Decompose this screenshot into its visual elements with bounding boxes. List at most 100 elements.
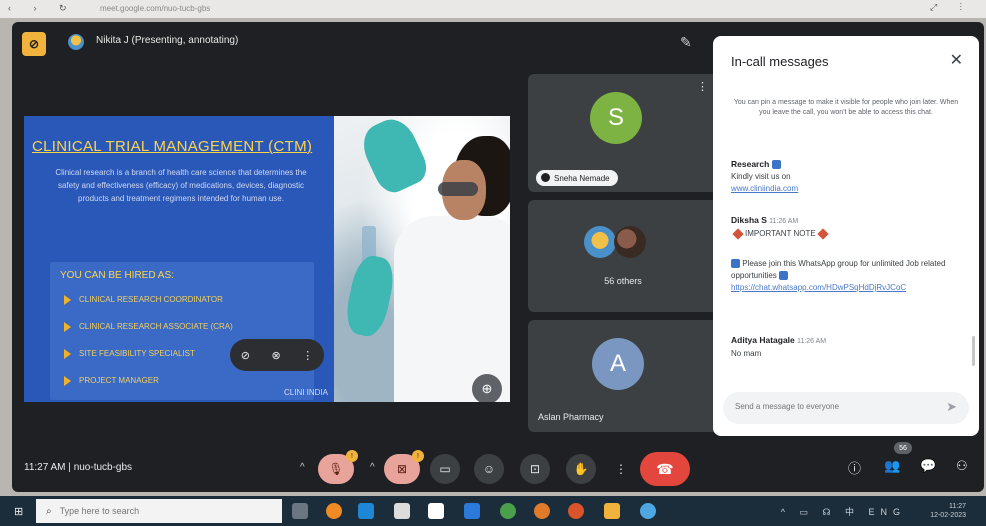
send-icon[interactable]: ➤ [946, 399, 957, 415]
bullet-arrow-icon [64, 321, 71, 332]
pin-icon [541, 173, 550, 182]
meet-window: ⊘ Nikita J (Presenting, annotating) ✎ CL… [12, 22, 984, 492]
mic-alert-badge: ! [346, 450, 358, 462]
slide-title: CLINICAL TRIAL MANAGEMENT (CTM) [32, 138, 313, 155]
taskbar-app-icon[interactable] [604, 503, 620, 519]
participant-tile[interactable]: ⋮ S Sneha Nemade [528, 74, 718, 192]
hand-icon: ✋ [573, 462, 589, 476]
current-time: 11:27 AM [24, 462, 66, 473]
close-icon[interactable]: ✕ [950, 50, 963, 70]
camera-button[interactable]: ⊠ ! [384, 450, 424, 484]
chat-input[interactable] [735, 402, 925, 411]
message-text: IMPORTANT NOTE [745, 229, 816, 238]
message-sender: Research [731, 159, 770, 169]
pinned-name-chip: Sneha Nemade [536, 170, 618, 186]
browser-address-bar[interactable]: meet.google.com/nuo-tucb-gbs [100, 4, 210, 13]
taskbar-app-icon[interactable] [568, 503, 584, 519]
raise-hand-button[interactable]: ✋ [566, 454, 596, 484]
tile-menu-icon[interactable]: ⋮ [697, 80, 708, 93]
call-controls-bar: 11:27 AM | nuo-tucb-gbs ^ 🎙 ! ^ ⊠ ! ▭ ☺ … [12, 442, 984, 492]
message-time: 11:26 AM [797, 338, 827, 345]
browser-toolbar: ‹ › ↻ meet.google.com/nuo-tucb-gbs ⤢ ⋮ [0, 0, 986, 18]
participant-count-badge: 56 [894, 442, 912, 454]
zoom-icon[interactable]: ⊕ [472, 374, 502, 402]
message-text: Please join this WhatsApp group for unli… [731, 259, 946, 280]
activities-icon[interactable]: ⚇ [956, 458, 968, 474]
chat-message: Please join this WhatsApp group for unli… [731, 258, 961, 294]
tag-icon [731, 259, 740, 269]
browser-nav-buttons[interactable]: ‹ › ↻ [8, 3, 77, 14]
presenting-badge-icon[interactable]: ⊘ [22, 32, 46, 56]
taskbar-app-icon[interactable] [358, 503, 374, 519]
meeting-details-icon[interactable]: ⓘ [848, 458, 861, 477]
taskbar-app-icon[interactable] [640, 503, 656, 519]
search-icon: ⌕ [46, 505, 52, 517]
message-link[interactable]: https://chat.whatsapp.com/HDwPSqHdDjRvJC… [731, 283, 906, 292]
microphone-button[interactable]: 🎙 ! [318, 450, 358, 484]
role-item: Project Manager [64, 367, 233, 394]
reactions-button[interactable]: ☺ [474, 454, 504, 484]
windows-taskbar: ⊞ ⌕ ^ ▭ ☊ 中 ENG 11:27 12-02-2023 [0, 496, 986, 526]
participant-tile[interactable]: A Aslan Pharmacy [528, 320, 718, 432]
mute-presenter-icon[interactable]: ⊘ [241, 349, 250, 362]
message-time: 11:26 AM [769, 218, 799, 225]
taskbar-app-icon[interactable] [534, 503, 550, 519]
taskbar-app-icon[interactable] [292, 503, 308, 519]
taskbar-app-icon[interactable] [394, 503, 410, 519]
camera-alert-badge: ! [412, 450, 424, 462]
avatar: S [590, 92, 642, 144]
hide-tile-icon[interactable]: ⊗ [271, 349, 280, 362]
taskbar-app-icon[interactable] [464, 503, 480, 519]
panel-title: In-call messages [731, 54, 829, 69]
taskbar-app-icon[interactable] [500, 503, 516, 519]
bullet-arrow-icon [64, 348, 71, 359]
panel-scrollbar[interactable] [972, 336, 975, 366]
system-tray-icons[interactable]: ^ ▭ ☊ 中 ENG [781, 505, 906, 518]
system-clock[interactable]: 11:27 12-02-2023 [930, 502, 966, 520]
chat-message: Diksha S 11:26 AM IMPORTANT NOTE [731, 214, 961, 240]
browser-window-controls[interactable]: ⤢ ⋮ [930, 2, 972, 13]
pin-message-note: You can pin a message to make it visible… [733, 99, 959, 116]
presenter-bar: ⊘ Nikita J (Presenting, annotating) ✎ [12, 22, 712, 62]
meeting-info: 11:27 AM | nuo-tucb-gbs [24, 462, 133, 473]
in-call-messages-panel: In-call messages ✕ You can pin a message… [713, 36, 979, 436]
hired-as-box: YOU CAN BE HIRED AS: Clinical Research C… [50, 262, 314, 400]
camera-options-caret-icon[interactable]: ^ [370, 462, 375, 473]
chat-icon[interactable]: 💬 [920, 458, 936, 474]
bullet-arrow-icon [64, 375, 71, 386]
chat-message: Aditya Hatagale 11:26 AM No mam [731, 334, 961, 360]
role-item: Clinical Research Coordinator [64, 286, 233, 313]
captions-button[interactable]: ▭ [430, 454, 460, 484]
present-button[interactable]: ⊡ [520, 454, 550, 484]
message-text: No mam [731, 349, 762, 358]
end-call-button[interactable]: ☎ [640, 452, 690, 486]
more-options-icon[interactable]: ⋮ [302, 349, 313, 362]
more-options-button[interactable]: ⋮ [606, 454, 636, 484]
people-icon[interactable]: 👥 [884, 458, 900, 474]
search-input[interactable] [59, 506, 260, 516]
hired-as-title: YOU CAN BE HIRED AS: [60, 270, 174, 281]
more-vert-icon: ⋮ [615, 462, 627, 476]
participant-name: Aslan Pharmacy [538, 412, 604, 422]
taskbar-app-icon[interactable] [326, 503, 342, 519]
bullet-arrow-icon [64, 294, 71, 305]
annotate-pen-icon[interactable]: ✎ [680, 34, 692, 51]
mic-options-caret-icon[interactable]: ^ [300, 462, 305, 473]
tag-icon [779, 271, 789, 281]
tag-icon [771, 160, 781, 170]
message-link[interactable]: www.cliniindia.com [731, 184, 798, 193]
role-item: Site Feasibility Specialist [64, 340, 233, 367]
avatar: A [592, 338, 644, 390]
camera-off-icon: ⊠ [396, 462, 408, 476]
captions-icon: ▭ [439, 462, 451, 476]
slide-brand-logo: CLINI INDIA [284, 388, 329, 397]
taskbar-search[interactable]: ⌕ [36, 499, 282, 523]
emoji-icon: ☺ [482, 462, 496, 476]
warning-icon [817, 228, 829, 240]
windows-start-icon[interactable]: ⊞ [14, 505, 23, 518]
others-tile[interactable]: 56 others [528, 200, 718, 312]
presentation-slide: CLINICAL TRIAL MANAGEMENT (CTM) Clinical… [24, 116, 510, 402]
others-count-label: 56 others [604, 276, 642, 286]
taskbar-app-icon[interactable] [428, 503, 444, 519]
presenter-label: Nikita J (Presenting, annotating) [96, 35, 239, 46]
